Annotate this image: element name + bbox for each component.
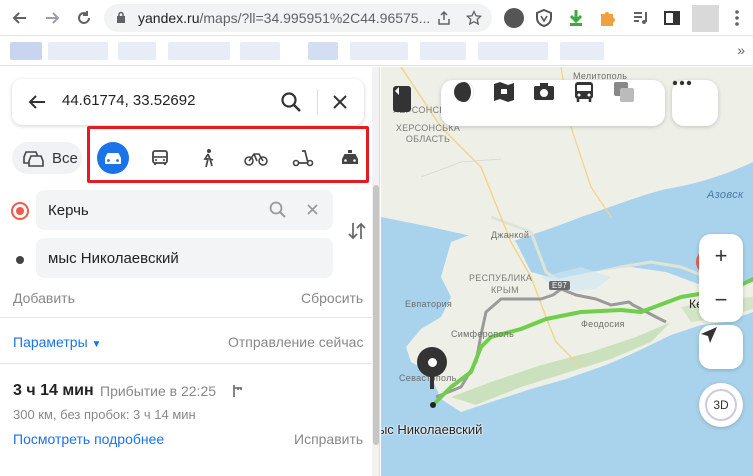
more-dots-icon: [672, 80, 692, 86]
my-location-button[interactable]: [699, 325, 743, 369]
map-label-crimea: КРЫМ: [491, 285, 519, 295]
route-arrival: Прибытие в 22:25: [100, 383, 217, 399]
destination-pin-stem: [430, 375, 434, 389]
profile-avatar[interactable]: [692, 5, 719, 32]
point-a-marker: [11, 202, 29, 220]
point-b-marker: [16, 256, 24, 264]
close-icon[interactable]: [330, 92, 350, 112]
browser-toolbar: yandex.ru/maps/?ll=34.995951%2C44.96575.…: [0, 0, 753, 36]
bookmark-item[interactable]: [308, 42, 338, 60]
map-label-kherson-region-2: ХЕРСОНСЬКА ОБЛАСТЬ: [395, 123, 461, 144]
fix-link[interactable]: Исправить: [294, 431, 363, 447]
road-sign-e97: Е97: [549, 281, 571, 290]
zoom-controls: + −: [699, 234, 743, 322]
route-duration: 3 ч 14 мин: [13, 382, 94, 399]
side-panel-icon[interactable]: [662, 8, 682, 28]
panorama-camera-icon[interactable]: [532, 80, 556, 104]
route-panel: 44.61774, 33.52692 Все Керчь мыс Николае…: [0, 67, 380, 476]
reset-link[interactable]: Сбросить: [301, 290, 363, 306]
bookmarks-overflow-icon[interactable]: »: [737, 42, 745, 58]
map-label-republic: РЕСПУБЛИКА: [469, 273, 533, 283]
toll-icon: [233, 385, 242, 397]
back-arrow-icon[interactable]: [8, 6, 32, 30]
public-transport-icon[interactable]: [572, 80, 596, 104]
bookmark-item[interactable]: [240, 42, 280, 60]
search-icon[interactable]: [279, 90, 303, 114]
map-label-evpatoria: Евпатория: [405, 299, 453, 309]
download-extension-icon[interactable]: [566, 8, 586, 28]
bookmark-item[interactable]: [420, 42, 466, 60]
destination-pin[interactable]: [417, 347, 447, 377]
lock-icon: [117, 11, 125, 23]
mode-all-label: Все: [52, 149, 78, 167]
departure-time-link[interactable]: Отправление сейчас: [228, 334, 363, 350]
search-box: 44.61774, 33.52692: [12, 79, 364, 125]
details-link[interactable]: Посмотреть подробнее: [13, 431, 164, 447]
divider: [0, 317, 372, 318]
url-path: /maps/?ll=34.995951%2C44.96575...: [199, 10, 431, 26]
address-bar[interactable]: yandex.ru/maps/?ll=34.995951%2C44.96575.…: [104, 4, 492, 32]
zoom-in-button[interactable]: +: [699, 234, 743, 278]
bookmark-item[interactable]: [118, 42, 156, 60]
map-label-simferopol: Симферополь: [451, 329, 515, 339]
zoom-out-button[interactable]: −: [699, 278, 743, 322]
bookmark-item[interactable]: [350, 42, 408, 60]
chevron-left-icon: [395, 87, 399, 95]
add-point-link[interactable]: Добавить: [13, 290, 75, 306]
map-label-feodosia: Феодосия: [581, 319, 625, 329]
map-view[interactable]: Мелитополь ХЕРСОНСКАЯ ОБЛАСТЬ ХЕРСОНСЬКА…: [381, 67, 753, 476]
bookmark-item[interactable]: [10, 42, 42, 60]
bookmarks-bar: »: [0, 36, 753, 66]
from-field[interactable]: Керчь: [36, 190, 333, 230]
map-layers-toolbar: [441, 80, 665, 126]
map-label-azov-sea: Азовск: [707, 189, 744, 201]
search-input[interactable]: 44.61774, 33.52692: [62, 92, 195, 109]
collapse-panel-button[interactable]: [393, 86, 411, 112]
bookmark-item[interactable]: [478, 42, 548, 60]
share-icon[interactable]: [434, 8, 454, 28]
bookmark-star-icon[interactable]: [464, 8, 484, 28]
map-transport-icon[interactable]: [492, 80, 516, 104]
media-control-icon[interactable]: [631, 8, 651, 28]
url-host: yandex.ru: [138, 10, 200, 26]
shield-extension-icon[interactable]: [534, 8, 554, 28]
parameters-label: Параметры: [13, 334, 88, 350]
divider: [0, 363, 372, 364]
puzzle-extension-icon[interactable]: [598, 8, 618, 28]
parameters-dropdown[interactable]: Параметры ▼: [13, 334, 101, 350]
3d-label: 3D: [705, 389, 737, 421]
route-distance: 300 км, без пробок: 3 ч 14 мин: [13, 407, 196, 422]
map-label-dzhankoy: Джанкой: [491, 230, 530, 240]
more-options-button[interactable]: [672, 80, 718, 126]
swap-icon[interactable]: [346, 220, 368, 242]
to-field[interactable]: мыс Николаевский: [36, 238, 333, 278]
3d-view-button[interactable]: 3D: [699, 383, 743, 427]
scrollbar-thumb[interactable]: [373, 185, 379, 445]
chevron-down-icon: ▼: [91, 339, 102, 350]
cars-icon: [23, 151, 44, 167]
traffic-layer-icon[interactable]: [612, 80, 636, 104]
extension-circle-icon[interactable]: [504, 8, 524, 28]
bookmark-item[interactable]: [560, 42, 604, 60]
bookmark-item[interactable]: [168, 42, 230, 60]
to-input[interactable]: мыс Николаевский: [48, 250, 179, 267]
back-arrow-icon[interactable]: [26, 91, 48, 113]
mode-all-button[interactable]: Все: [12, 142, 82, 174]
forward-arrow-icon[interactable]: [40, 6, 64, 30]
transport-modes-highlight: [87, 126, 369, 183]
panel-scrollbar[interactable]: [372, 67, 379, 476]
browser-menu-icon[interactable]: [727, 8, 747, 28]
search-separator: [317, 89, 318, 115]
url-text: yandex.ru/maps/?ll=34.995951%2C44.96575.…: [138, 10, 430, 26]
reload-icon[interactable]: [72, 6, 96, 30]
layers-icon[interactable]: [452, 80, 476, 104]
from-input[interactable]: Керчь: [48, 202, 89, 219]
destination-label: мыс Николаевский: [381, 422, 483, 437]
search-icon[interactable]: [268, 200, 288, 220]
clear-icon[interactable]: [306, 203, 319, 216]
navigation-arrow-icon: [701, 327, 717, 343]
bookmark-item[interactable]: [48, 42, 108, 60]
